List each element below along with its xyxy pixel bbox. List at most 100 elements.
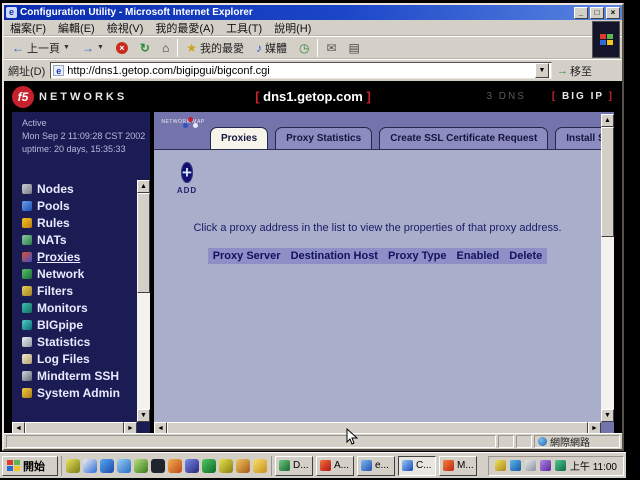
quicklaunch-icon[interactable]: [253, 459, 267, 473]
sidebar-item-filters[interactable]: Filters: [22, 282, 136, 299]
stop-button[interactable]: ×: [112, 41, 132, 55]
menu-edit[interactable]: 編輯(E): [58, 20, 95, 36]
taskbar-window-button[interactable]: A...: [316, 456, 354, 476]
scroll-up-icon[interactable]: ▲: [137, 180, 150, 193]
sidebar-item-mindterm-ssh[interactable]: Mindterm SSH: [22, 367, 136, 384]
tab-proxy-statistics[interactable]: Proxy Statistics: [275, 127, 372, 149]
tab-proxies[interactable]: Proxies: [210, 127, 268, 149]
start-button[interactable]: 開始: [2, 456, 58, 476]
network-tray-icon[interactable]: [510, 460, 521, 471]
forward-dropdown-icon[interactable]: ▼: [97, 44, 104, 51]
column-proxy-server[interactable]: Proxy Server: [208, 248, 286, 264]
title-bar[interactable]: e Configuration Utility - Microsoft Inte…: [4, 5, 622, 20]
address-input[interactable]: [67, 65, 535, 77]
start-label: 開始: [23, 458, 45, 474]
scroll-down-icon[interactable]: ▼: [137, 409, 150, 422]
mail-button[interactable]: ✉: [322, 41, 340, 55]
history-button[interactable]: ◷: [295, 41, 313, 55]
sidebar-item-network[interactable]: Network: [22, 265, 136, 282]
sidebar-item-rules[interactable]: Rules: [22, 214, 136, 231]
sidebar-item-monitors[interactable]: Monitors: [22, 299, 136, 316]
quicklaunch-icon[interactable]: [83, 459, 97, 473]
address-dropdown-icon[interactable]: ▼: [535, 63, 549, 78]
sidebar-item-proxies[interactable]: Proxies: [22, 248, 136, 265]
sidebar-item-nats[interactable]: NATs: [22, 231, 136, 248]
page-icon: e: [53, 65, 64, 76]
column-destination-host[interactable]: Destination Host: [286, 248, 383, 264]
forward-button[interactable]: → ▼: [78, 41, 108, 55]
menu-favorites[interactable]: 我的最愛(A): [155, 20, 214, 36]
scroll-up-icon[interactable]: ▲: [601, 114, 614, 127]
scrollbar-thumb[interactable]: [137, 193, 150, 293]
network-map-button[interactable]: NETWORK MAP: [160, 117, 206, 125]
menu-file[interactable]: 檔案(F): [10, 20, 46, 36]
volume-icon[interactable]: [495, 460, 506, 471]
sidebar-item-log-files[interactable]: Log Files: [22, 350, 136, 367]
taskbar-window-button-active[interactable]: C...: [398, 456, 436, 476]
taskbar-window-button[interactable]: e...: [357, 456, 395, 476]
quicklaunch-icon[interactable]: [66, 459, 80, 473]
system-tray: 上午 11:00: [488, 456, 624, 476]
close-button[interactable]: ×: [606, 7, 620, 19]
menu-view[interactable]: 檢視(V): [107, 20, 144, 36]
antivirus-tray-icon[interactable]: [555, 460, 566, 471]
print-icon: ▤: [349, 42, 360, 54]
bigpipe-icon: [22, 320, 32, 330]
menu-tools[interactable]: 工具(T): [226, 20, 262, 36]
quicklaunch-icon[interactable]: [100, 459, 114, 473]
go-button[interactable]: → 移至: [557, 63, 618, 79]
maximize-button[interactable]: □: [590, 7, 604, 19]
back-dropdown-icon[interactable]: ▼: [63, 44, 70, 51]
sidebar-item-nodes[interactable]: Nodes: [22, 180, 136, 197]
media-button[interactable]: ♪ 媒體: [252, 39, 291, 57]
scroll-down-icon[interactable]: ▼: [601, 409, 614, 422]
sidebar-vertical-scrollbar[interactable]: ▲ ▼: [137, 180, 150, 422]
menu-help[interactable]: 說明(H): [274, 20, 311, 36]
minimize-button[interactable]: _: [574, 7, 588, 19]
bracket-left: [: [255, 89, 259, 104]
favorites-icon: ★: [186, 42, 197, 54]
home-button[interactable]: ⌂: [158, 41, 173, 55]
column-delete[interactable]: Delete: [504, 248, 547, 264]
tab-create-ssl-certificate-request[interactable]: Create SSL Certificate Request: [379, 127, 548, 149]
page-viewport: Active Mon Sep 2 11:09:28 CST 2002 uptim…: [4, 112, 622, 435]
tab-install-ssl-certificate[interactable]: Install SSL Certifi: [555, 127, 601, 149]
menu-bar: 檔案(F) 編輯(E) 檢視(V) 我的最愛(A) 工具(T) 說明(H): [4, 20, 622, 36]
sidebar-item-statistics[interactable]: Statistics: [22, 333, 136, 350]
refresh-button[interactable]: ↻: [136, 41, 154, 55]
column-proxy-type[interactable]: Proxy Type: [383, 248, 452, 264]
tab-band: NETWORK MAP Proxies Proxy Statistics Cre…: [154, 112, 601, 150]
sidebar-item-system-admin[interactable]: System Admin: [22, 384, 136, 401]
quicklaunch-icon[interactable]: [151, 459, 165, 473]
quicklaunch-icon[interactable]: [219, 459, 233, 473]
back-button[interactable]: ← 上一頁 ▼: [8, 39, 74, 57]
taskbar-clock[interactable]: 上午 11:00: [570, 458, 617, 473]
quicklaunch-icon[interactable]: [185, 459, 199, 473]
app-icon: [361, 460, 372, 471]
nats-icon: [22, 235, 32, 245]
quicklaunch-icon[interactable]: [202, 459, 216, 473]
quicklaunch-icon[interactable]: [236, 459, 250, 473]
ime-tray-icon[interactable]: [540, 460, 551, 471]
taskbar-window-button[interactable]: D...: [275, 456, 313, 476]
column-enabled[interactable]: Enabled: [451, 248, 504, 264]
scrollbar-thumb[interactable]: [601, 127, 614, 237]
quicklaunch-icon[interactable]: [168, 459, 182, 473]
address-input-box[interactable]: e ▼: [50, 62, 552, 79]
quicklaunch-icon[interactable]: [117, 459, 131, 473]
back-icon: ←: [12, 42, 24, 54]
windows-taskbar: 開始 D... A... e... C... M...: [0, 452, 626, 478]
refresh-icon: ↻: [140, 42, 150, 54]
toolbar-separator: [317, 39, 318, 57]
main-vertical-scrollbar[interactable]: ▲ ▼: [601, 114, 614, 422]
display-tray-icon[interactable]: [525, 460, 536, 471]
quicklaunch-icon[interactable]: [134, 459, 148, 473]
taskbar-window-button[interactable]: M...: [439, 456, 477, 476]
filters-icon: [22, 286, 32, 296]
status-uptime: uptime: 20 days, 15:35:33: [22, 143, 150, 156]
sidebar-item-pools[interactable]: Pools: [22, 197, 136, 214]
sidebar-item-bigpipe[interactable]: BIGpipe: [22, 316, 136, 333]
favorites-button[interactable]: ★ 我的最愛: [182, 39, 248, 57]
print-button[interactable]: ▤: [345, 41, 364, 55]
add-proxy-button[interactable]: + ADD: [172, 161, 202, 195]
